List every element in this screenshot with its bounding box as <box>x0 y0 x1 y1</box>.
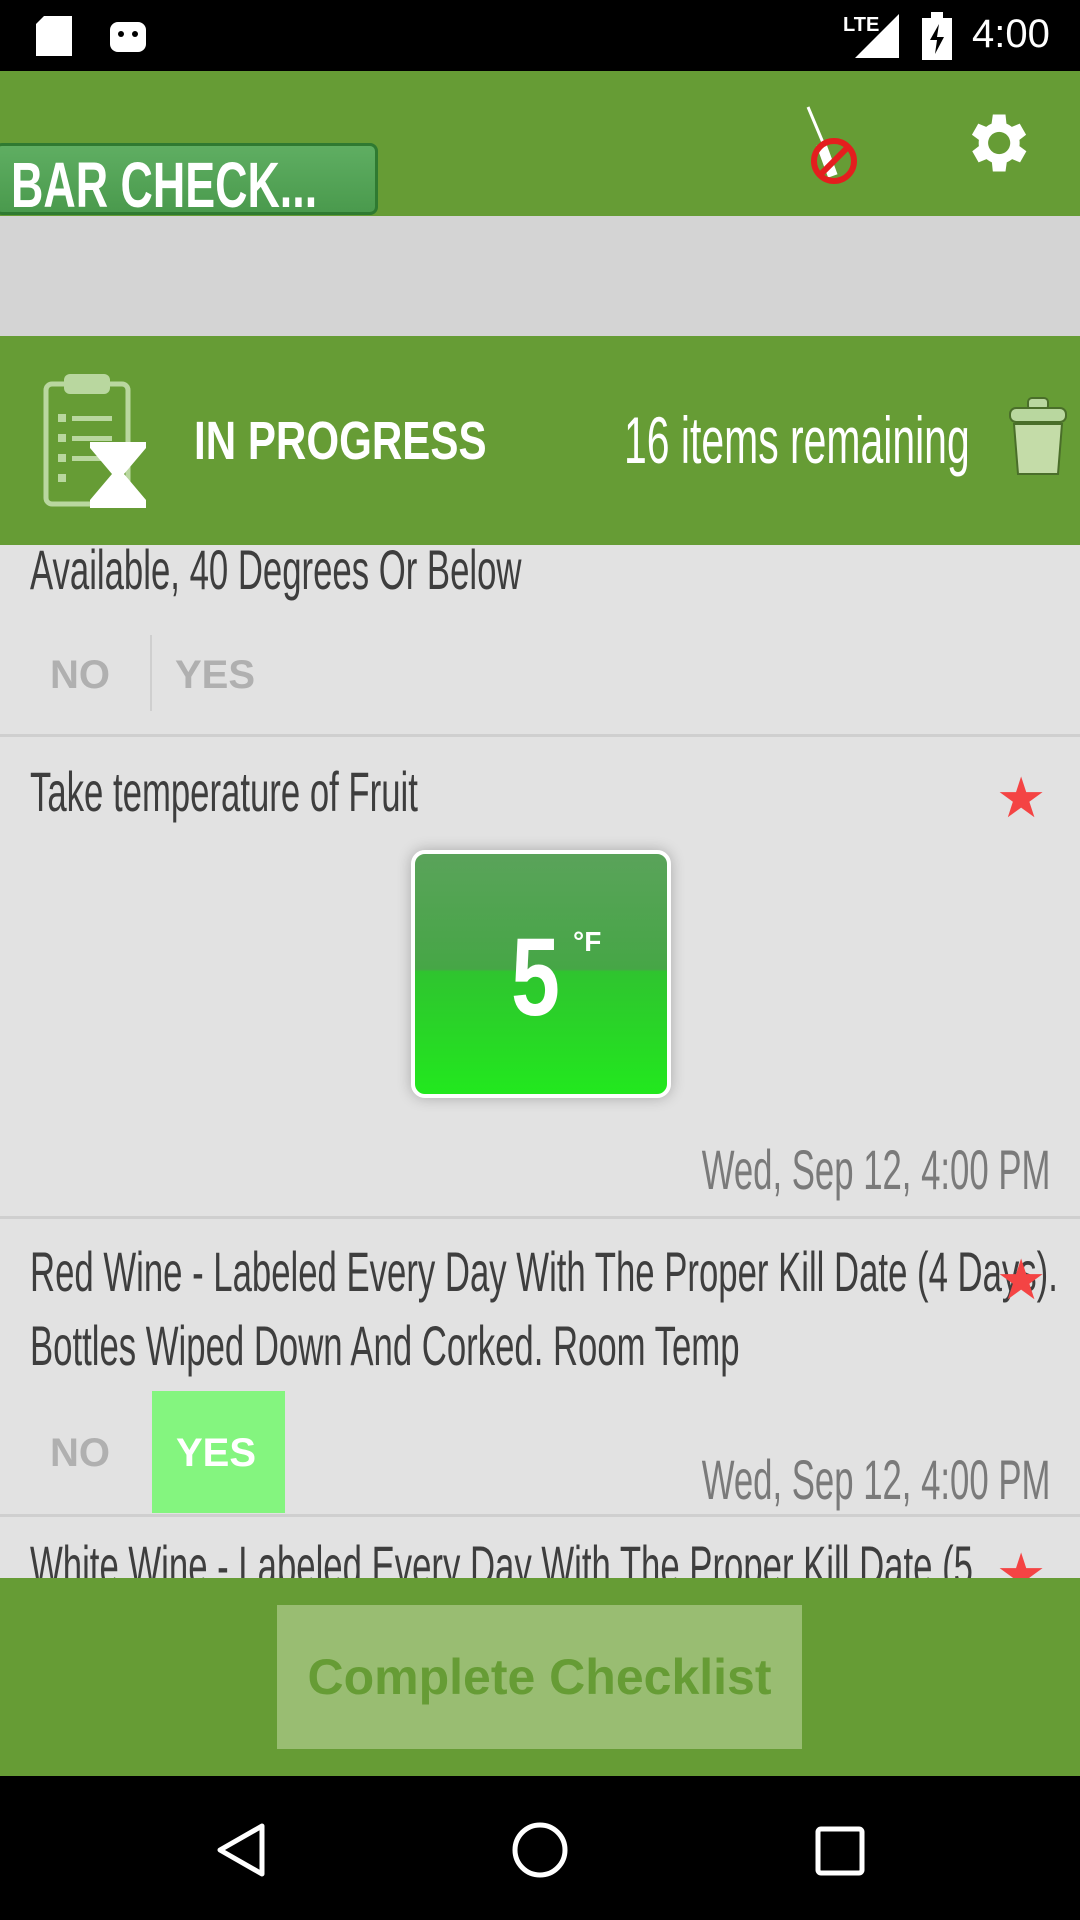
star-icon: ★ <box>996 1248 1047 1311</box>
sd-card-icon <box>36 16 72 56</box>
item-timestamp: Wed, Sep 12, 4:00 PM <box>701 1138 1050 1201</box>
home-icon[interactable] <box>511 1821 569 1879</box>
star-icon: ★ <box>996 766 1047 829</box>
item-timestamp: Wed, Sep 12, 4:00 PM <box>701 1448 1050 1511</box>
item-title-line2: Bottles Wiped Down And Corked. Room Temp <box>30 1314 740 1377</box>
item-title: White Wine - Labeled Every Day With The … <box>30 1534 973 1578</box>
checklist-status: IN PROGRESS <box>194 411 487 471</box>
no-thermometer-icon[interactable] <box>800 105 864 187</box>
app-title: BAR CHECK... <box>11 149 318 221</box>
item-title-line1: Red Wine - Labeled Every Day With The Pr… <box>30 1240 1058 1303</box>
trash-icon[interactable] <box>1006 396 1070 480</box>
clipboard-hourglass-icon <box>43 374 146 508</box>
no-button[interactable]: NO <box>50 653 110 698</box>
yes-button[interactable]: YES <box>175 653 255 698</box>
temperature-button[interactable]: 5 °F <box>411 850 671 1098</box>
complete-label: Complete Checklist <box>307 1649 772 1705</box>
checklist-item: White Wine - Labeled Every Day With The … <box>0 1517 1080 1578</box>
yes-button-selected[interactable]: YES <box>152 1391 285 1513</box>
title-badge[interactable]: BAR CHECK... <box>0 143 378 221</box>
status-bar: LTE 4:00 <box>0 0 1080 71</box>
checklist-item: Available, 40 Degrees Or Below NO YES <box>0 545 1080 735</box>
footer-bar: Complete Checklist <box>0 1578 1080 1776</box>
no-button[interactable]: NO <box>50 1431 110 1476</box>
spacer-band <box>0 216 1080 336</box>
button-divider <box>150 635 152 711</box>
gear-icon[interactable] <box>958 105 1034 181</box>
app-header: BAR CHECK... <box>0 71 1080 221</box>
temperature-value: 5 <box>511 916 560 1039</box>
item-title: Take temperature of Fruit <box>30 760 418 823</box>
back-icon[interactable] <box>214 1822 266 1878</box>
checklist-item: Red Wine - Labeled Every Day With The Pr… <box>0 1219 1080 1515</box>
android-icon <box>110 22 146 52</box>
star-icon: ★ <box>996 1542 1047 1578</box>
clock: 4:00 <box>972 12 1050 56</box>
checklist-item: Take temperature of Fruit ★ 5 °F Wed, Se… <box>0 737 1080 1217</box>
temperature-unit: °F <box>573 926 602 957</box>
navigation-bar <box>0 1776 1080 1920</box>
signal-icon <box>855 14 899 58</box>
item-title: Available, 40 Degrees Or Below <box>30 545 522 601</box>
yes-label: YES <box>176 1431 257 1475</box>
complete-checklist-button[interactable]: Complete Checklist <box>277 1605 802 1749</box>
timestamp-wrap: Wed, Sep 12, 4:00 PM <box>550 1137 1050 1207</box>
items-remaining: 16 items remaining <box>624 403 970 477</box>
progress-banner: IN PROGRESS 16 items remaining <box>0 336 1080 545</box>
battery-charging-icon <box>922 12 952 60</box>
recents-icon[interactable] <box>815 1826 865 1876</box>
timestamp-wrap: Wed, Sep 12, 4:00 PM <box>550 1447 1050 1517</box>
